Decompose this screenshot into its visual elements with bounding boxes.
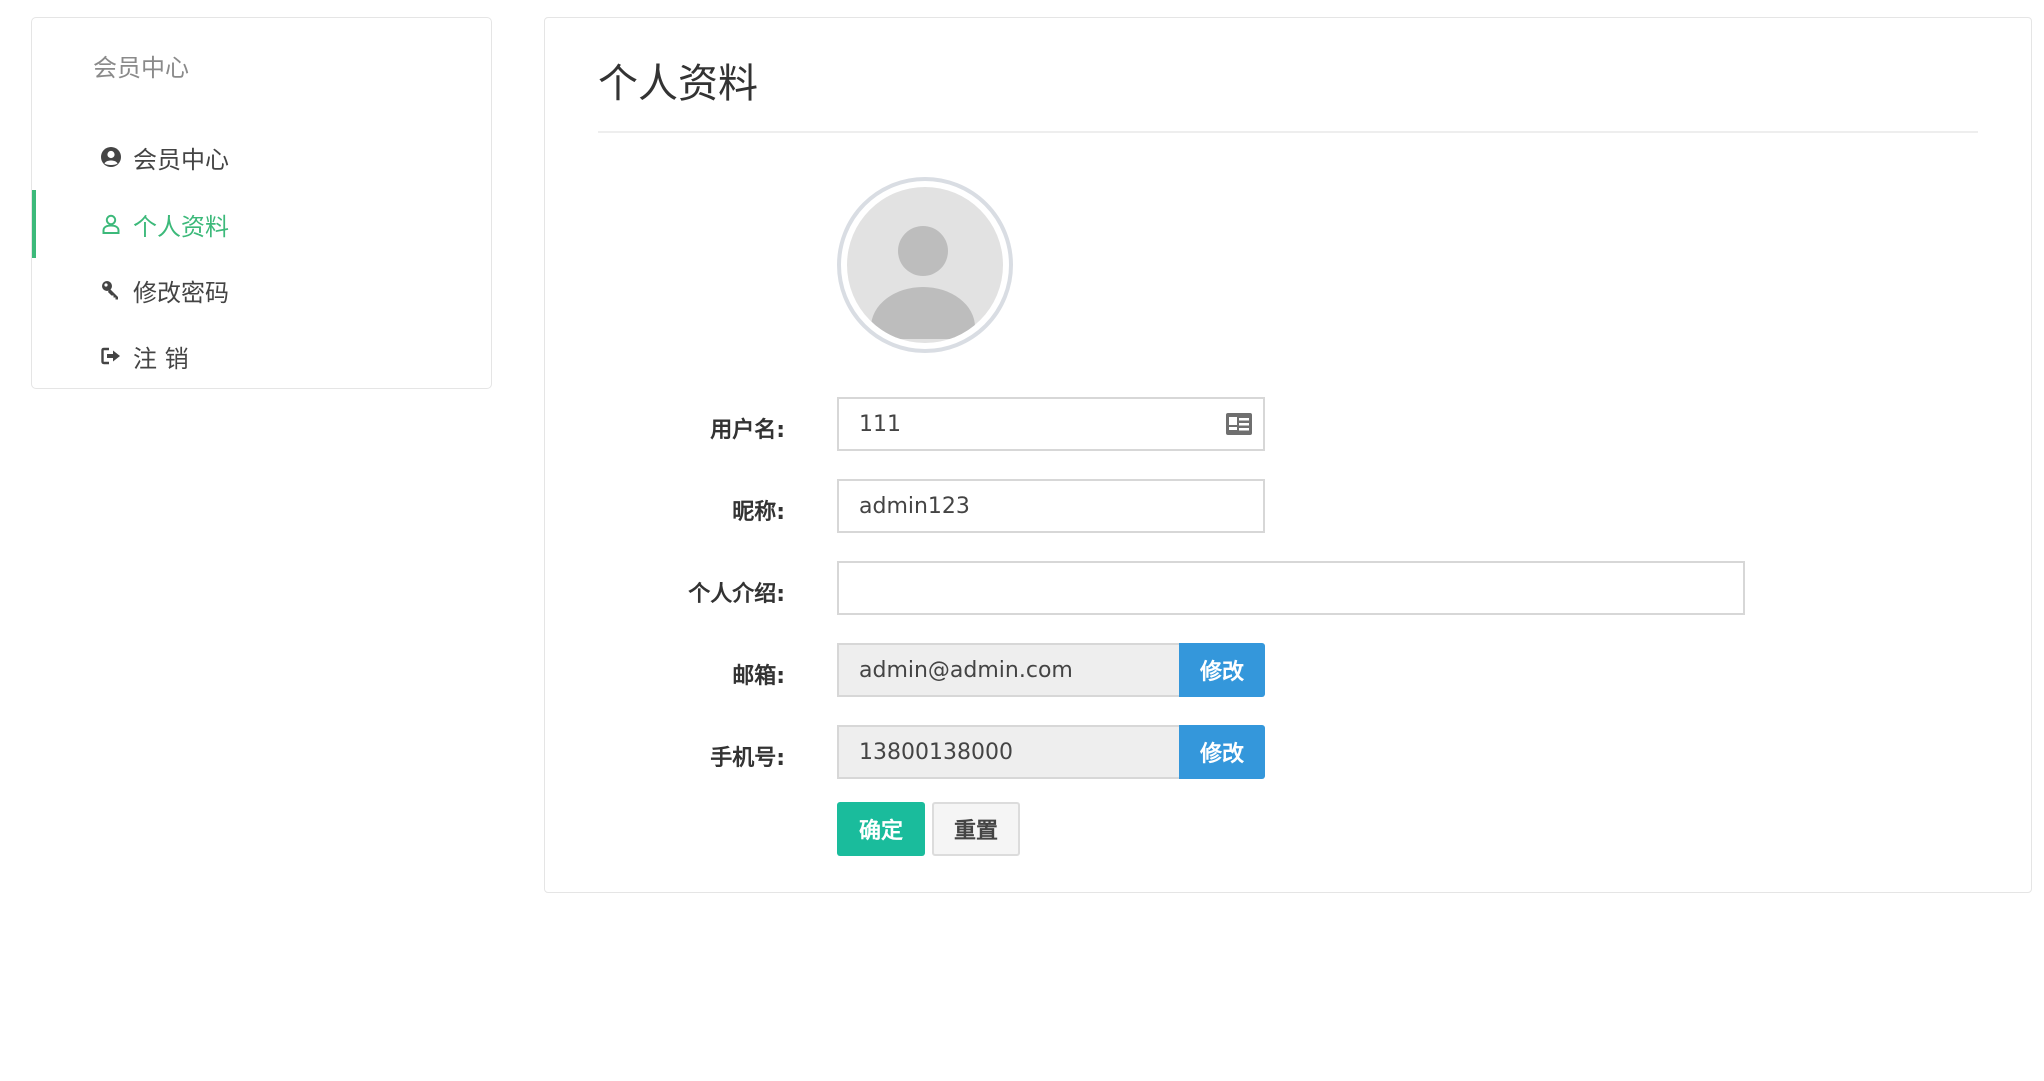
member-sidebar: 会员中心 会员中心 个人资料 修改密码 注 销 xyxy=(31,17,492,389)
sidebar-heading: 会员中心 xyxy=(93,54,189,82)
id-card-icon xyxy=(1225,412,1253,436)
mobile-value: 13800138000 xyxy=(859,739,1013,765)
nickname-input[interactable] xyxy=(859,493,1263,519)
sidebar-item-label: 修改密码 xyxy=(133,278,229,307)
email-field: admin@admin.com xyxy=(837,643,1179,697)
user-outline-icon xyxy=(99,212,123,236)
username-field[interactable] xyxy=(837,397,1265,451)
nickname-field[interactable] xyxy=(837,479,1265,533)
email-label: 邮箱: xyxy=(732,664,785,689)
key-icon xyxy=(99,278,123,302)
mobile-field: 13800138000 xyxy=(837,725,1179,779)
username-input[interactable] xyxy=(859,411,1263,437)
sidebar-item-label: 注 销 xyxy=(133,344,189,373)
reset-button[interactable]: 重置 xyxy=(932,802,1020,856)
user-circle-icon xyxy=(99,145,123,169)
sidebar-item-label: 个人资料 xyxy=(133,212,229,241)
sidebar-item-member-center[interactable]: 会员中心 xyxy=(32,123,491,191)
profile-panel: 个人资料 用户名: 昵称: 个人介绍: xyxy=(544,17,2032,893)
page-title: 个人资料 xyxy=(598,61,758,107)
sidebar-item-logout[interactable]: 注 销 xyxy=(32,322,491,390)
title-divider xyxy=(598,131,1978,133)
edit-email-button[interactable]: 修改 xyxy=(1179,643,1265,697)
bio-field[interactable] xyxy=(837,561,1745,615)
username-label: 用户名: xyxy=(710,418,785,443)
bio-label: 个人介绍: xyxy=(688,582,785,607)
sidebar-item-change-password[interactable]: 修改密码 xyxy=(32,256,491,324)
sidebar-item-label: 会员中心 xyxy=(133,145,229,174)
confirm-button[interactable]: 确定 xyxy=(837,802,925,856)
sign-out-icon xyxy=(99,344,123,368)
email-value: admin@admin.com xyxy=(859,657,1073,683)
default-avatar-icon xyxy=(847,187,1003,343)
avatar[interactable] xyxy=(837,177,1013,353)
sidebar-item-profile[interactable]: 个人资料 xyxy=(32,190,491,258)
nickname-label: 昵称: xyxy=(732,500,785,525)
bio-input[interactable] xyxy=(859,575,1743,601)
edit-mobile-button[interactable]: 修改 xyxy=(1179,725,1265,779)
mobile-label: 手机号: xyxy=(710,746,785,771)
